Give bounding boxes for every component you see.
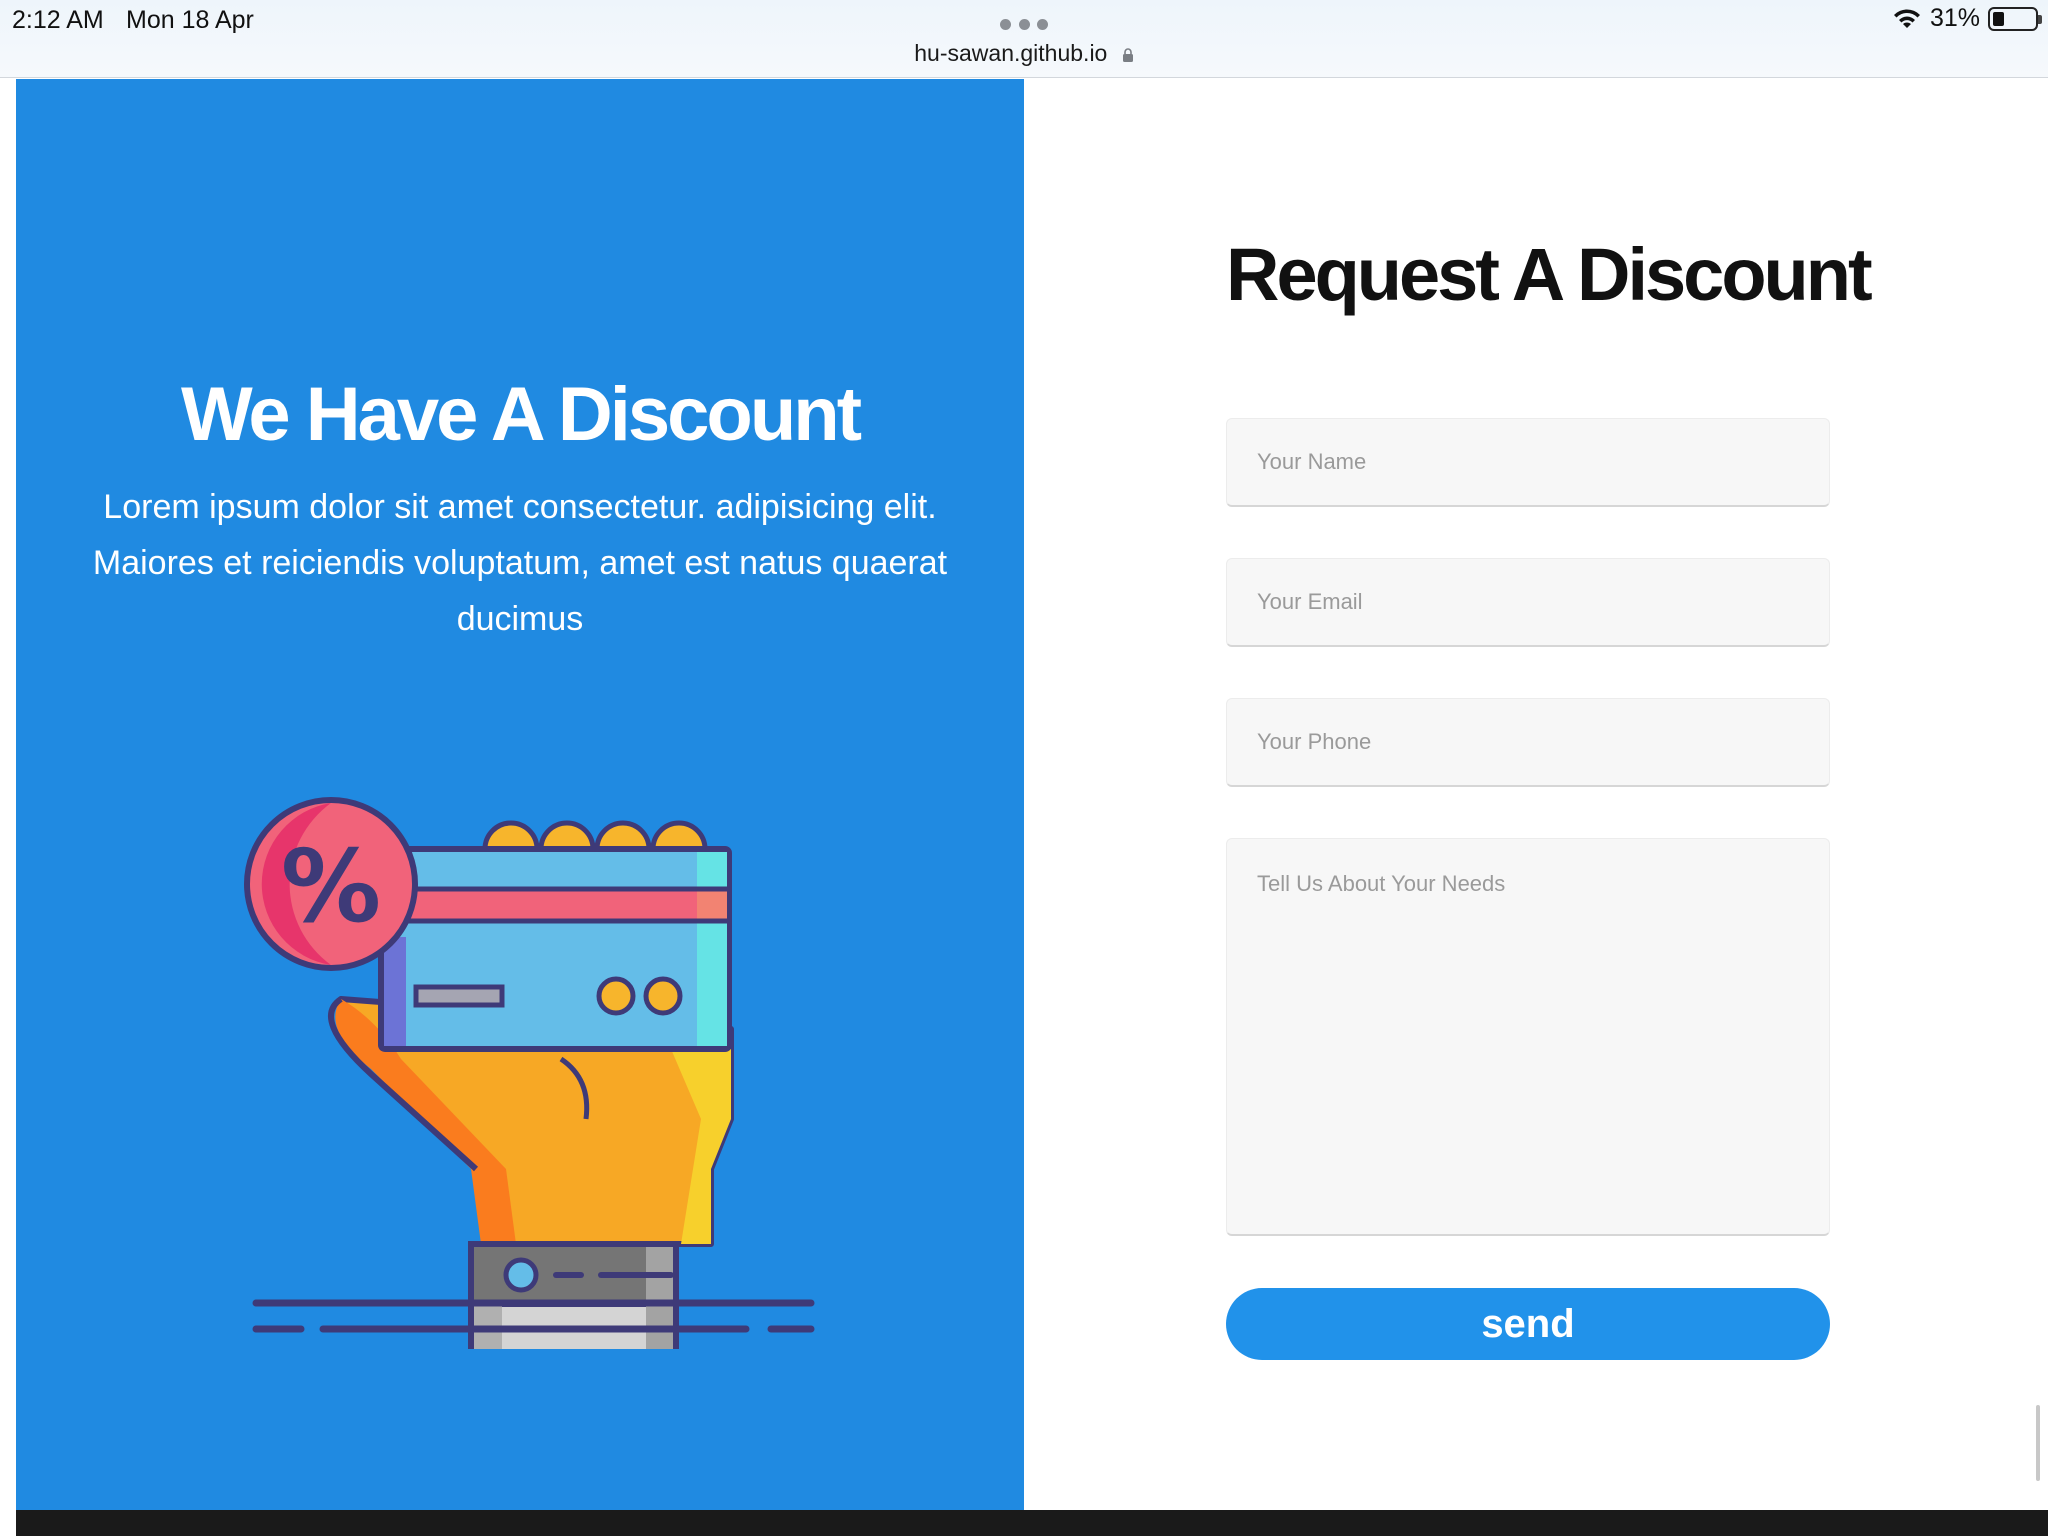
- promo-text: Lorem ipsum dolor sit amet consectetur. …: [92, 488, 948, 638]
- phone-input[interactable]: [1226, 698, 1830, 787]
- page: 2:12 AM Mon 18 Apr hu-sawan.github.io 31…: [0, 0, 2048, 1536]
- address-bar[interactable]: hu-sawan.github.io: [0, 40, 2048, 67]
- status-time: 2:12 AM: [12, 6, 104, 34]
- svg-text:%: %: [281, 828, 381, 945]
- status-date: Mon 18 Apr: [126, 6, 254, 34]
- needs-textarea[interactable]: [1226, 838, 1830, 1236]
- battery-percent: 31%: [1929, 4, 1980, 32]
- wifi-icon: [1893, 8, 1920, 28]
- form-title: Request A Discount: [1226, 233, 1873, 316]
- promo-panel: We Have A Discount Lorem ipsum dolor sit…: [16, 79, 1024, 1510]
- send-button[interactable]: send: [1226, 1288, 1830, 1360]
- lock-icon: [1122, 48, 1133, 62]
- discount-card-illustration: %: [244, 797, 815, 1349]
- email-input[interactable]: [1226, 558, 1830, 647]
- browser-status-bar: 2:12 AM Mon 18 Apr hu-sawan.github.io 31…: [0, 0, 2048, 78]
- scrollbar-thumb[interactable]: [2036, 1405, 2040, 1481]
- more-dots-icon[interactable]: [1000, 19, 1048, 31]
- name-input[interactable]: [1226, 418, 1830, 507]
- url-text: hu-sawan.github.io: [914, 40, 1108, 66]
- footer-edge: [16, 1510, 2048, 1536]
- battery-icon: [1988, 6, 2042, 31]
- status-right: 31%: [1892, 4, 2042, 33]
- promo-title: We Have A Discount: [180, 372, 862, 457]
